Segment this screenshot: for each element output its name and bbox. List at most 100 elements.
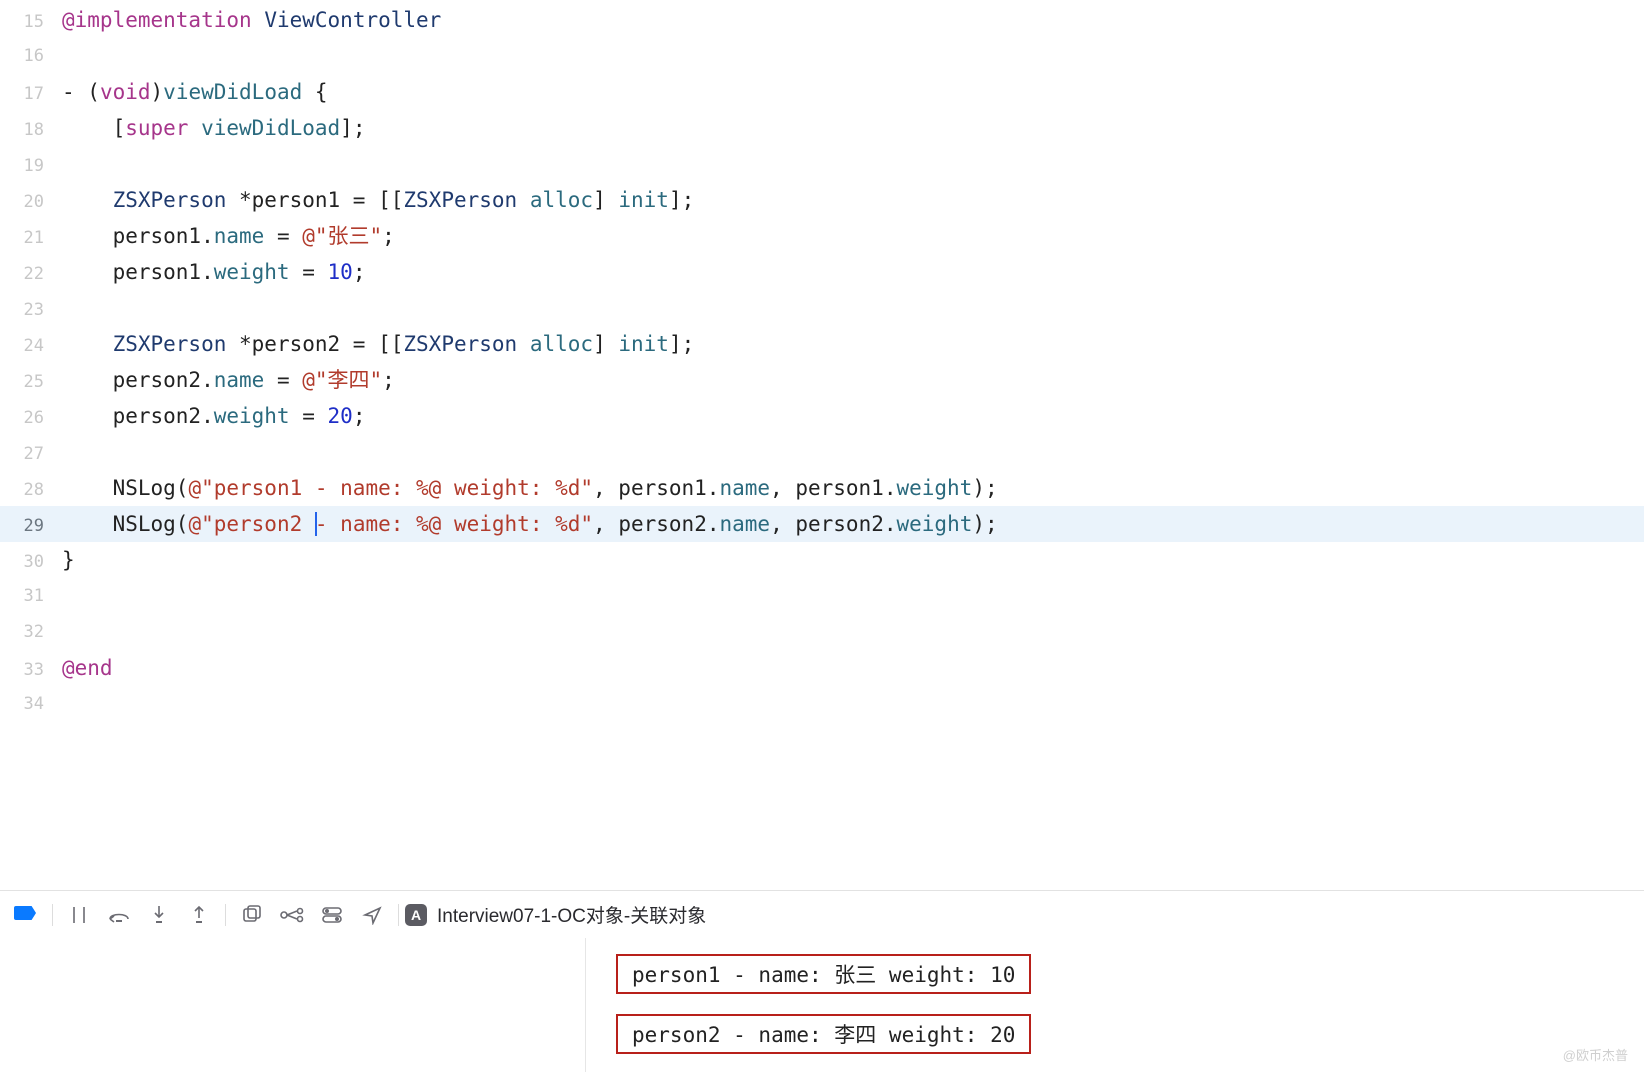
code-content[interactable]: NSLog(@"person2 - name: %@ weight: %d", … — [62, 506, 1644, 542]
token-plain: ] — [593, 326, 618, 362]
line-number: 27 — [0, 436, 62, 472]
token-plain: } — [62, 542, 75, 578]
line-number: 28 — [0, 472, 62, 508]
code-content[interactable]: - (void)viewDidLoad { — [62, 74, 1644, 110]
token-plain: = — [264, 362, 302, 398]
token-method: init — [618, 182, 669, 218]
token-string: - name: %@ weight: %d" — [315, 506, 593, 542]
token-plain: [ — [62, 110, 125, 146]
code-editor[interactable]: 15@implementation ViewController1617- (v… — [0, 0, 1644, 890]
line-number: 26 — [0, 400, 62, 436]
step-out-icon[interactable] — [179, 897, 219, 933]
memory-graph-icon[interactable] — [272, 897, 312, 933]
code-line[interactable]: 16 — [0, 38, 1644, 74]
token-prop: weight — [214, 254, 290, 290]
token-plain — [62, 146, 113, 182]
code-line[interactable]: 32 — [0, 614, 1644, 650]
token-number: 20 — [328, 398, 353, 434]
location-icon[interactable] — [352, 897, 392, 933]
breakpoint-indicator-icon[interactable] — [14, 906, 36, 920]
code-line[interactable]: 21 person1.name = @"张三"; — [0, 218, 1644, 254]
token-plain: *person2 = [[ — [226, 326, 403, 362]
token-keyword: void — [100, 74, 151, 110]
app-badge-icon: A — [405, 904, 427, 926]
token-plain: person1. — [62, 218, 214, 254]
code-line[interactable]: 17- (void)viewDidLoad { — [0, 74, 1644, 110]
code-line[interactable]: 33@end — [0, 650, 1644, 686]
code-content[interactable]: NSLog(@"person1 - name: %@ weight: %d", … — [62, 470, 1644, 506]
code-content[interactable]: } — [62, 542, 1644, 578]
token-plain: ]; — [340, 110, 365, 146]
line-number: 15 — [0, 4, 62, 40]
token-prop: weight — [896, 470, 972, 506]
token-keyword: super — [125, 110, 188, 146]
token-string: @" — [188, 506, 213, 542]
token-prop: name — [214, 218, 265, 254]
code-line[interactable]: 30} — [0, 542, 1644, 578]
code-content[interactable]: person1.weight = 10; — [62, 254, 1644, 290]
code-line[interactable]: 15@implementation ViewController — [0, 2, 1644, 38]
line-number: 31 — [0, 578, 62, 614]
token-prop: name — [719, 506, 770, 542]
token-plain — [517, 182, 530, 218]
code-line[interactable]: 34 — [0, 686, 1644, 722]
token-keyword: @end — [62, 650, 113, 686]
code-content[interactable]: person2.name = @"李四"; — [62, 362, 1644, 398]
code-line[interactable]: 26 person2.weight = 20; — [0, 398, 1644, 434]
token-plain: = — [290, 254, 328, 290]
token-plain: , person2. — [593, 506, 719, 542]
code-line[interactable]: 28 NSLog(@"person1 - name: %@ weight: %d… — [0, 470, 1644, 506]
token-plain: ; — [353, 398, 366, 434]
code-content[interactable]: @implementation ViewController — [62, 2, 1644, 38]
line-number: 21 — [0, 220, 62, 256]
code-line[interactable]: 29 NSLog(@"person2 - name: %@ weight: %d… — [0, 506, 1644, 542]
token-string: @"张三" — [302, 218, 382, 254]
token-string: @"person1 - name: %@ weight: %d" — [188, 470, 593, 506]
token-type: ZSXPerson — [113, 182, 227, 218]
code-content[interactable]: person2.weight = 20; — [62, 398, 1644, 434]
code-line[interactable]: 19 — [0, 146, 1644, 182]
debug-bar: A Interview07-1-OC对象-关联对象 — [0, 890, 1644, 938]
token-method: alloc — [530, 326, 593, 362]
code-line[interactable]: 25 person2.name = @"李四"; — [0, 362, 1644, 398]
code-line[interactable]: 31 — [0, 578, 1644, 614]
token-string: @"李四" — [302, 362, 382, 398]
step-over-icon[interactable] — [99, 897, 139, 933]
code-content[interactable] — [62, 146, 1644, 182]
settings-toggle-icon[interactable] — [312, 897, 352, 933]
line-number: 19 — [0, 148, 62, 184]
line-number: 20 — [0, 184, 62, 220]
token-number: 10 — [328, 254, 353, 290]
frames-icon[interactable] — [232, 897, 272, 933]
code-line[interactable]: 24 ZSXPerson *person2 = [[ZSXPerson allo… — [0, 326, 1644, 362]
token-plain — [188, 110, 201, 146]
code-line[interactable]: 20 ZSXPerson *person1 = [[ZSXPerson allo… — [0, 182, 1644, 218]
code-content[interactable]: person1.name = @"张三"; — [62, 218, 1644, 254]
code-line[interactable]: 22 person1.weight = 10; — [0, 254, 1644, 290]
token-plain — [62, 290, 113, 326]
token-plain — [62, 434, 113, 470]
console-log-line: person1 - name: 张三 weight: 10 — [616, 954, 1031, 994]
line-number: 34 — [0, 686, 62, 722]
code-content[interactable]: @end — [62, 650, 1644, 686]
code-content[interactable]: ZSXPerson *person2 = [[ZSXPerson alloc] … — [62, 326, 1644, 362]
code-line[interactable]: 27 — [0, 434, 1644, 470]
token-plain: NSLog( — [62, 470, 188, 506]
line-number: 29 — [0, 508, 62, 544]
token-plain: NSLog( — [62, 506, 188, 542]
token-plain: ] — [593, 182, 618, 218]
pause-icon[interactable] — [59, 897, 99, 933]
code-content[interactable]: ZSXPerson *person1 = [[ZSXPerson alloc] … — [62, 182, 1644, 218]
token-plain: , person1. — [593, 470, 719, 506]
step-into-icon[interactable] — [139, 897, 179, 933]
console-output[interactable]: person1 - name: 张三 weight: 10 person2 - … — [586, 938, 1644, 1072]
code-content[interactable] — [62, 290, 1644, 326]
code-line[interactable]: 23 — [0, 290, 1644, 326]
line-number: 25 — [0, 364, 62, 400]
token-plain: ]; — [669, 182, 694, 218]
line-number: 17 — [0, 76, 62, 112]
code-line[interactable]: 18 [super viewDidLoad]; — [0, 110, 1644, 146]
code-content[interactable]: [super viewDidLoad]; — [62, 110, 1644, 146]
variables-panel[interactable] — [0, 938, 586, 1072]
code-content[interactable] — [62, 434, 1644, 470]
